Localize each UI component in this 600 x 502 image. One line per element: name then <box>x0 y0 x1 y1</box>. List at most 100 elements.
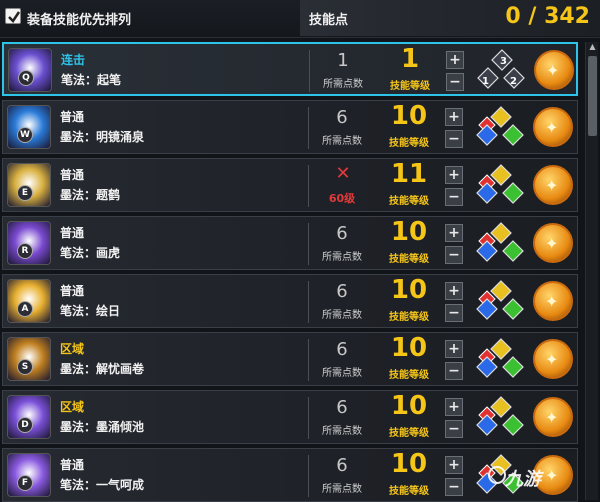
skill-row[interactable]: R 普通 笔法：画虎 6 所需点数 10 技能等级 + − ✦ <box>2 216 578 270</box>
level-label: 技能等级 <box>390 81 430 92</box>
level-down-button[interactable]: − <box>445 478 463 496</box>
skill-points-label: 技能点 <box>309 13 349 28</box>
skill-mod-orb-icon[interactable]: ✦ <box>533 107 573 147</box>
divider <box>301 397 309 439</box>
level-up-button[interactable]: + <box>445 398 463 416</box>
skill-type: 连击 <box>61 53 86 67</box>
cost-label: 所需点数 <box>322 310 362 321</box>
skill-cost: 6 <box>336 223 348 244</box>
divider <box>302 50 310 92</box>
rune-gems-icon[interactable] <box>467 393 527 443</box>
skill-mod-orb-icon[interactable]: ✦ <box>533 397 573 437</box>
level-label: 技能等级 <box>389 138 429 149</box>
skill-type: 普通 <box>60 284 85 298</box>
level-up-button[interactable]: + <box>445 166 463 184</box>
level-up-button[interactable]: + <box>445 282 463 300</box>
skill-icon[interactable] <box>8 48 52 92</box>
skill-row[interactable]: A 普通 笔法：绘日 6 所需点数 10 技能等级 + − ✦ <box>2 274 578 328</box>
skill-name: 墨法：题鹤 <box>60 188 121 202</box>
skill-type: 普通 <box>60 110 85 124</box>
scroll-up-icon[interactable]: ▲ <box>587 42 598 54</box>
skill-list: Q 连击 笔法：起笔 1 所需点数 1 技能等级 + −3 1 2 ✦ W 普通 墨法：明镜涌泉 6 所需点数 1… <box>0 40 585 502</box>
skill-row[interactable]: S 区域墨法：解忧画卷 6 所需点数 10 技能等级 + − ✦ <box>2 332 578 386</box>
skill-cost: 6 <box>336 455 348 476</box>
skill-name: 墨法：明镜涌泉 <box>60 130 145 144</box>
skill-mod-orb-icon[interactable]: ✦ <box>534 50 574 90</box>
skill-level: 10 <box>390 333 428 363</box>
skill-type: 区域 <box>60 342 85 356</box>
level-up-button[interactable]: + <box>445 108 463 126</box>
hotkey-badge: W <box>17 127 33 143</box>
level-up-button[interactable]: + <box>446 51 464 69</box>
skill-mod-orb-icon[interactable]: ✦ <box>533 223 573 263</box>
scrollbar[interactable]: ▲ <box>585 42 598 500</box>
level-down-button[interactable]: − <box>446 73 464 91</box>
skill-icon[interactable] <box>7 395 51 439</box>
skill-row[interactable]: E 普通 墨法：题鹤 ✕ 60级 11 技能等级 + − ✦ <box>2 158 578 212</box>
sort-checkbox[interactable] <box>5 8 21 24</box>
hotkey-badge: Q <box>18 70 34 86</box>
skill-name: 墨法：墨涌倾池 <box>60 420 145 434</box>
cost-label: 所需点数 <box>322 136 362 147</box>
skill-type: 普通 <box>60 458 85 472</box>
skill-type: 普通 <box>60 226 85 240</box>
skill-mod-orb-icon[interactable]: ✦ <box>533 281 573 321</box>
level-down-button[interactable]: − <box>445 420 463 438</box>
skill-icon[interactable] <box>7 105 51 149</box>
skill-icon[interactable] <box>7 163 51 207</box>
skill-cost: 6 <box>336 339 348 360</box>
level-down-button[interactable]: − <box>445 188 463 206</box>
skill-row[interactable]: Q 连击 笔法：起笔 1 所需点数 1 技能等级 + −3 1 2 ✦ <box>2 42 578 96</box>
skill-level: 10 <box>390 217 428 247</box>
level-up-button[interactable]: + <box>445 456 463 474</box>
level-down-button[interactable]: − <box>445 362 463 380</box>
hotkey-badge: F <box>17 475 33 491</box>
level-label: 技能等级 <box>389 486 429 497</box>
level-down-button[interactable]: − <box>445 246 463 264</box>
gem-number: 2 <box>510 76 517 87</box>
cost-label: 所需点数 <box>322 252 362 263</box>
skill-row[interactable]: W 普通墨法：明镜涌泉 6 所需点数 10 技能等级 + − ✦ <box>2 100 578 154</box>
scroll-thumb[interactable] <box>588 56 597 136</box>
hotkey-badge: S <box>17 359 33 375</box>
skill-icon[interactable] <box>7 221 51 265</box>
divider <box>301 339 309 381</box>
level-label: 技能等级 <box>389 428 429 439</box>
skill-icon[interactable] <box>7 453 51 497</box>
divider <box>301 223 309 265</box>
skill-name: 笔法：画虎 <box>60 246 121 260</box>
skill-level: 10 <box>390 101 428 131</box>
level-down-button[interactable]: − <box>445 130 463 148</box>
skill-row[interactable]: D 区域 墨法：墨涌倾池 6 所需点数 10 技能等级 + − ✦ <box>2 390 578 444</box>
skill-level: 10 <box>390 391 428 421</box>
divider <box>301 281 309 323</box>
skill-level: 10 <box>390 449 428 479</box>
skill-cost: 6 <box>336 107 348 128</box>
skill-level: 10 <box>390 275 428 305</box>
rune-gems-icon[interactable] <box>467 161 527 211</box>
skill-points-value: 0 / 342 <box>505 4 590 29</box>
rune-gems-icon[interactable]: 31 2 <box>468 46 528 96</box>
rune-gems-icon[interactable] <box>467 335 527 385</box>
skill-level: 11 <box>390 159 428 189</box>
divider <box>301 455 309 497</box>
rune-gems-icon[interactable] <box>467 219 527 269</box>
level-up-button[interactable]: + <box>445 340 463 358</box>
skill-name: 笔法：起笔 <box>61 73 122 87</box>
rune-gems-icon[interactable] <box>467 103 527 153</box>
level-label: 技能等级 <box>389 370 429 381</box>
level-label: 技能等级 <box>389 312 429 323</box>
sort-label: 装备技能优先排列 <box>27 13 132 28</box>
skill-icon[interactable] <box>7 279 51 323</box>
skill-icon[interactable] <box>7 337 51 381</box>
cost-label: 所需点数 <box>322 368 362 379</box>
level-down-button[interactable]: − <box>445 304 463 322</box>
skill-name: 墨法：解忧画卷 <box>60 362 145 376</box>
skill-mod-orb-icon[interactable]: ✦ <box>533 165 573 205</box>
hotkey-badge: A <box>17 301 33 317</box>
skill-mod-orb-icon[interactable]: ✦ <box>533 339 573 379</box>
divider <box>301 165 309 207</box>
level-up-button[interactable]: + <box>445 224 463 242</box>
level-label: 技能等级 <box>389 254 429 265</box>
rune-gems-icon[interactable] <box>467 277 527 327</box>
